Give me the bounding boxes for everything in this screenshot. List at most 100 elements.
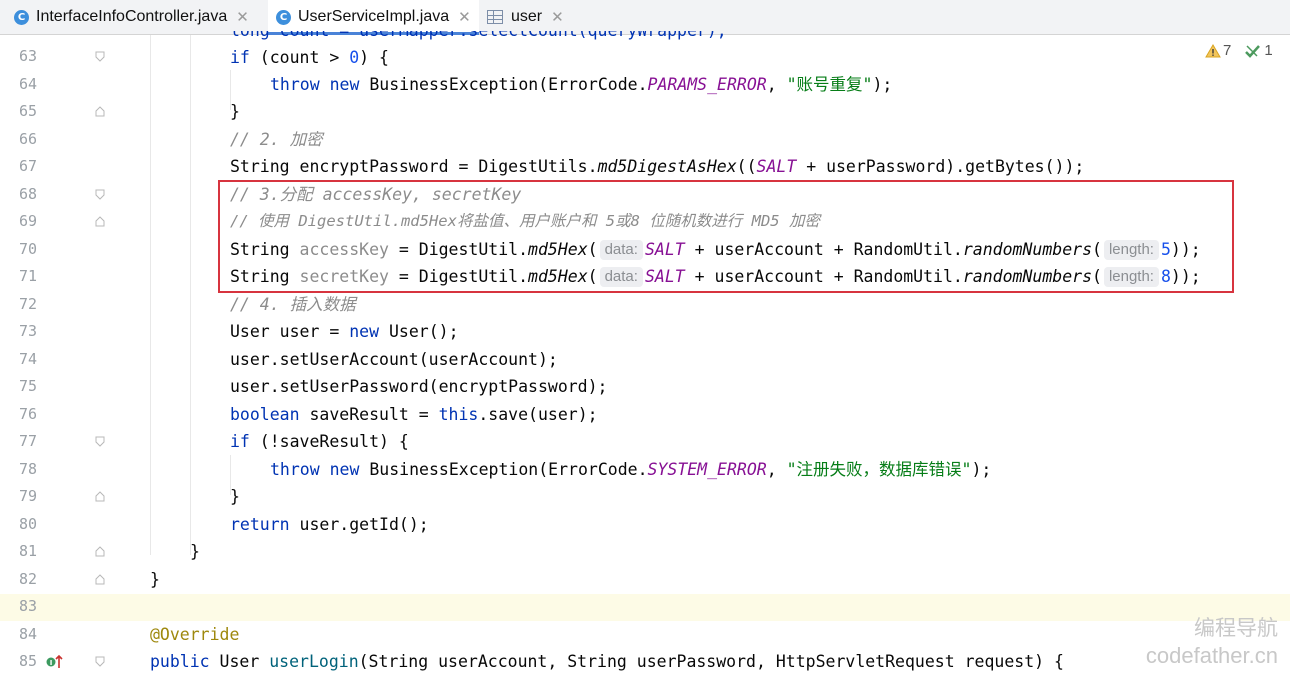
line-number: 69 bbox=[18, 212, 37, 230]
line-number: 68 bbox=[18, 184, 37, 203]
code-token: if bbox=[230, 48, 250, 67]
line-number: 74 bbox=[18, 349, 37, 368]
code-line-84: @Override bbox=[150, 621, 239, 648]
code-token: boolean bbox=[230, 405, 300, 424]
code-token: BusinessException(ErrorCode. bbox=[359, 75, 648, 94]
code-token: ) { bbox=[359, 48, 389, 67]
line-number: 77 bbox=[18, 432, 37, 450]
tab-label: UserServiceImpl.java bbox=[298, 8, 450, 25]
code-line-82: } bbox=[150, 566, 160, 593]
line-number: 63 bbox=[18, 47, 37, 65]
indent-guide bbox=[190, 35, 191, 555]
code-token: User(); bbox=[379, 322, 459, 341]
code-token: public bbox=[150, 652, 210, 671]
line-number: 70 bbox=[18, 239, 37, 258]
line-number: 71 bbox=[18, 267, 37, 285]
code-token: , bbox=[766, 460, 787, 479]
watermark-title: 编程导航 bbox=[1194, 617, 1278, 640]
code-token: return bbox=[230, 515, 290, 534]
code-token: .save(user); bbox=[478, 405, 598, 424]
inspection-widget[interactable]: 7 1 bbox=[1205, 42, 1276, 59]
line-number: 78 bbox=[18, 459, 37, 478]
code-token: userLogin bbox=[269, 652, 359, 671]
line-number: 67 bbox=[18, 157, 37, 175]
code-line-79: } bbox=[230, 483, 240, 510]
code-token: (!saveResult) { bbox=[249, 432, 409, 451]
code-token: this bbox=[438, 405, 479, 424]
fold-close-icon[interactable] bbox=[95, 546, 105, 557]
tab-user-service-impl[interactable]: C UserServiceImpl.java ✕ bbox=[268, 0, 479, 35]
weak-warnings-count: 1 bbox=[1264, 42, 1273, 59]
code-token: user.setUserPassword(encryptPassword); bbox=[230, 377, 608, 396]
code-line-78: throw new BusinessException(ErrorCode.SY… bbox=[270, 456, 991, 483]
fold-close-icon[interactable] bbox=[95, 106, 105, 117]
code-token: new bbox=[349, 322, 380, 341]
line-number: 64 bbox=[18, 74, 37, 93]
code-token: , bbox=[766, 75, 787, 94]
code-line-73: User user = new User(); bbox=[230, 318, 459, 345]
code-token: saveResult = bbox=[299, 405, 439, 424]
current-line-highlight bbox=[0, 594, 1290, 621]
line-number: 72 bbox=[18, 294, 37, 313]
code-token: SALT bbox=[756, 157, 797, 176]
code-line-81: } bbox=[190, 538, 200, 565]
line-number: 82 bbox=[18, 569, 37, 588]
code-token: user.setUserAccount(userAccount); bbox=[230, 350, 558, 369]
code-token: "账号重复" bbox=[786, 75, 873, 94]
fold-close-icon[interactable] bbox=[95, 216, 105, 227]
code-token: if bbox=[230, 432, 250, 451]
code-line-72: // 4. 插入数据 bbox=[230, 291, 356, 318]
code-token: throw bbox=[270, 75, 320, 94]
code-token: String encryptPassword = DigestUtils. bbox=[230, 157, 598, 176]
code-token: } bbox=[230, 102, 240, 121]
code-token: throw bbox=[270, 460, 320, 479]
code-token: User bbox=[209, 652, 270, 671]
tab-label: InterfaceInfoController.java bbox=[36, 8, 228, 25]
code-token: } bbox=[230, 487, 240, 506]
line-number: 76 bbox=[18, 404, 37, 423]
code-token: (( bbox=[736, 157, 757, 176]
fold-open-icon[interactable] bbox=[95, 656, 105, 667]
code-token: ); bbox=[872, 75, 893, 94]
code-token: SYSTEM_ERROR bbox=[647, 460, 767, 479]
weak-warning-icon bbox=[1245, 44, 1261, 58]
tab-label: user bbox=[511, 8, 543, 25]
line-number: 65 bbox=[18, 102, 37, 120]
code-line-76: boolean saveResult = this.save(user); bbox=[230, 401, 598, 428]
code-token: new bbox=[329, 460, 360, 479]
tab-user-table[interactable]: user ✕ bbox=[487, 0, 564, 34]
line-number: 66 bbox=[18, 129, 37, 148]
tab-interface-info-controller[interactable]: C InterfaceInfoController.java ✕ bbox=[14, 0, 249, 34]
code-token: } bbox=[190, 542, 200, 561]
warnings-count: 7 bbox=[1223, 42, 1232, 59]
code-token: } bbox=[150, 570, 160, 589]
editor-tab-bar: C InterfaceInfoController.java ✕ C UserS… bbox=[0, 0, 1290, 35]
close-icon[interactable]: ✕ bbox=[551, 8, 564, 26]
code-line-67: String encryptPassword = DigestUtils.md5… bbox=[230, 153, 1084, 180]
code-token: User user = bbox=[230, 322, 350, 341]
code-token: "注册失败，数据库错误" bbox=[786, 460, 972, 479]
annotation-text: @Override bbox=[150, 625, 240, 644]
fold-open-icon[interactable] bbox=[95, 436, 105, 447]
line-number: 73 bbox=[18, 322, 37, 340]
close-icon[interactable]: ✕ bbox=[458, 8, 471, 26]
close-icon[interactable]: ✕ bbox=[236, 8, 249, 26]
fold-close-icon[interactable] bbox=[95, 491, 105, 502]
code-token: (count > bbox=[249, 48, 350, 67]
fold-open-icon[interactable] bbox=[95, 51, 105, 62]
comment-text: // 2. 加密 bbox=[230, 130, 323, 149]
fold-open-icon[interactable] bbox=[95, 189, 105, 200]
line-number: 80 bbox=[18, 514, 37, 533]
line-number: 75 bbox=[18, 377, 37, 395]
line-number: 81 bbox=[18, 542, 37, 560]
code-token: new bbox=[329, 75, 360, 94]
implements-method-icon[interactable]: I bbox=[46, 654, 64, 674]
editor-gutter: 63 64 65 66 67 68 69 70 71 72 73 74 75 76 77 78 79 80 81 82… bbox=[0, 35, 102, 680]
code-line-80: return user.getId(); bbox=[230, 511, 429, 538]
code-line-74: user.setUserAccount(userAccount); bbox=[230, 346, 558, 373]
fold-close-icon[interactable] bbox=[95, 573, 105, 585]
code-token: ); bbox=[971, 460, 992, 479]
code-token: PARAMS_ERROR bbox=[647, 75, 767, 94]
